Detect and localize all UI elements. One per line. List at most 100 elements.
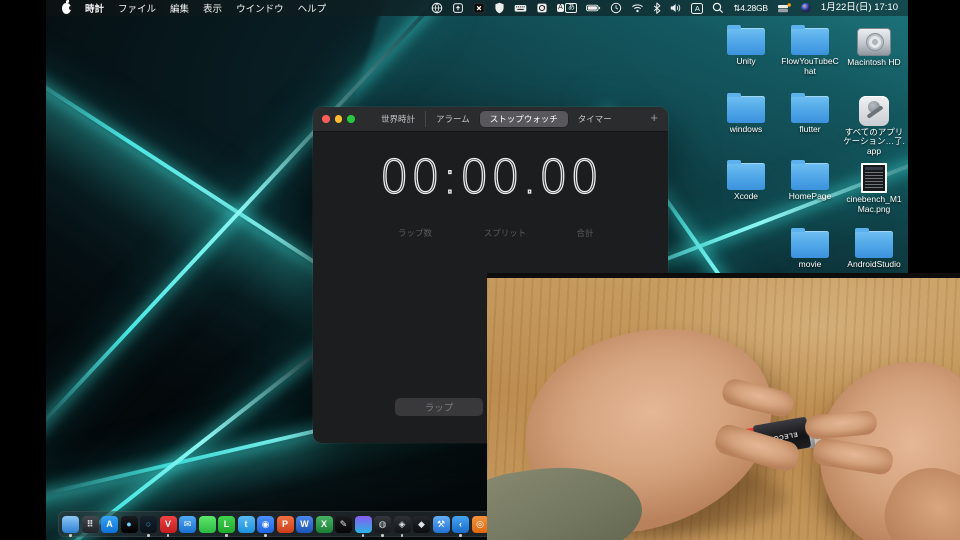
dock-mail[interactable]: ✉: [179, 515, 196, 533]
upload-square-icon[interactable]: [452, 2, 464, 14]
desktop-icon-cinebench-m1mac-png[interactable]: cinebench_M1Mac.png: [842, 159, 906, 227]
translate-icon[interactable]: Aあ: [556, 3, 578, 13]
icon-label: すべてのアプリケーション…了.app: [843, 126, 905, 156]
tab-タイマー[interactable]: タイマー: [568, 111, 622, 127]
dock-zoom[interactable]: ◉: [257, 515, 274, 537]
volume-icon[interactable]: [670, 3, 682, 13]
icon-label: movie: [798, 258, 822, 269]
dock-firefox-browser[interactable]: ○: [140, 515, 157, 537]
column-header-1: ラップ数: [397, 228, 433, 238]
dock-unity-hub[interactable]: ◈: [393, 515, 411, 537]
icon-label: cinebench_M1Mac.png: [846, 194, 902, 214]
menu-bar: 時計 ファイル 編集 表示 ウインドウ ヘルプ A あ A ⇅4.28GB 1月22日(日) 17…: [46, 0, 908, 16]
menu-6[interactable]: ヘルプ: [298, 1, 327, 15]
globe-icon[interactable]: [431, 2, 443, 14]
minimize-button[interactable]: [334, 115, 342, 123]
icon-label: flutter: [799, 123, 821, 134]
menu-bar-status-tray: A あ A ⇅4.28GB 1月22日(日) 17:10: [431, 2, 908, 14]
video-top-border: [487, 273, 960, 278]
dock-finder[interactable]: [62, 515, 79, 537]
desktop-icon-unity[interactable]: Unity: [714, 24, 778, 92]
icon-label: FlowYouTubeChat: [781, 56, 839, 76]
folder-icon: [791, 227, 829, 258]
menu-5[interactable]: ウインドウ: [236, 1, 284, 15]
column-header-3: 合計: [576, 228, 594, 238]
x-app-icon[interactable]: [473, 2, 485, 14]
dock-launchpad[interactable]: ⠿: [81, 515, 99, 533]
network-throughput[interactable]: ⇅4.28GB: [733, 2, 768, 14]
dock-app-store[interactable]: A: [101, 515, 118, 533]
tab-ストップウォッチ[interactable]: ストップウォッチ: [479, 111, 568, 127]
lap-button[interactable]: ラップ: [395, 398, 483, 416]
icon-label: Xcode: [733, 191, 759, 201]
dock-messages[interactable]: [198, 515, 216, 533]
folder-icon: [727, 160, 765, 190]
stopwatch-time: 00:00.00: [379, 149, 602, 204]
tab-世界時計[interactable]: 世界時計: [371, 111, 425, 127]
dock-vscode[interactable]: ‹: [452, 515, 469, 537]
menu-bar-clock[interactable]: 1月22日(日) 17:10: [821, 2, 898, 14]
dock-twitter[interactable]: t: [237, 515, 255, 533]
tab-アラーム[interactable]: アラーム: [425, 111, 480, 127]
layers-notification-icon[interactable]: [777, 2, 791, 14]
desktop-icon-flutter[interactable]: flutter: [778, 92, 842, 160]
bluetooth-icon[interactable]: [653, 2, 661, 14]
folder-icon: [791, 92, 829, 123]
desktop-icon--app[interactable]: すべてのアプリケーション…了.app: [842, 92, 906, 160]
icon-label: HomePage: [788, 191, 832, 201]
column-header-2: スプリット: [483, 228, 527, 238]
icon-label: Unity: [736, 56, 756, 66]
menu-bar-left: 時計 ファイル 編集 表示 ウインドウ ヘルプ: [46, 0, 327, 15]
desktop-icon-homepage[interactable]: HomePage: [778, 159, 842, 227]
lap-column-headers: ラップ数 スプリット 合計: [313, 227, 668, 239]
drive-icon: [857, 28, 891, 56]
dock-word[interactable]: W: [296, 515, 313, 533]
dock-xcode[interactable]: ⚒: [432, 515, 450, 533]
folder-icon: [727, 25, 765, 55]
desktop-icon-macintosh-hd[interactable]: Macintosh HD: [842, 24, 906, 92]
icon-label: Macintosh HD: [847, 57, 901, 67]
icon-label: AndroidStudio: [847, 258, 901, 269]
dock-powerpoint[interactable]: P: [276, 515, 294, 533]
apple-menu-icon[interactable]: [62, 0, 73, 14]
add-tab-button[interactable]: +: [650, 111, 658, 125]
dock-line[interactable]: L: [218, 515, 235, 537]
dock: ⠿ A ● ○ V ✉ Lt ◉ P W X ✎ ◍ ◈ ◆ ⚒ ‹ ◎: [58, 511, 536, 537]
desktop-icon-xcode[interactable]: Xcode: [714, 159, 778, 227]
dock-stylus-app[interactable]: ✎: [335, 515, 352, 533]
menu-4[interactable]: 表示: [203, 1, 222, 15]
traffic-lights: [313, 115, 355, 123]
browser-orb-icon[interactable]: [800, 2, 812, 14]
menu-2[interactable]: ファイル: [118, 1, 156, 15]
clock-menu-icon[interactable]: [610, 2, 622, 14]
menu-1[interactable]: 時計: [85, 1, 104, 15]
close-button[interactable]: [322, 115, 330, 123]
screen-loop-icon[interactable]: [536, 2, 548, 14]
dock-canva[interactable]: [354, 515, 372, 537]
keyboard-icon[interactable]: [514, 2, 527, 14]
image-icon: [861, 163, 887, 193]
dock-excel[interactable]: X: [315, 515, 333, 533]
dock-blender[interactable]: ◎: [471, 515, 489, 533]
zoom-button[interactable]: [347, 115, 355, 123]
dock-vivaldi-browser[interactable]: V: [159, 515, 177, 537]
dock-unity[interactable]: ◆: [413, 515, 430, 533]
dock-siri[interactable]: ●: [120, 515, 138, 533]
folder-icon: [791, 25, 829, 55]
clock-tab-bar: 世界時計 アラーム ストップウォッチ タイマー: [371, 110, 622, 128]
wifi-icon[interactable]: [631, 3, 644, 13]
menu-3[interactable]: 編集: [170, 1, 189, 15]
dock-sphere-3d-app[interactable]: ◍: [374, 515, 391, 537]
shield-icon[interactable]: [494, 2, 505, 14]
desktop-icon-grid: Unity FlowYouTubeChat Macintosh HD windows f…: [714, 24, 908, 294]
folder-icon: [791, 160, 829, 190]
input-source-indicator[interactable]: A: [691, 2, 704, 14]
desktop-icon-windows[interactable]: windows: [714, 92, 778, 160]
video-overlay: ELECOM: [487, 273, 960, 540]
search-icon[interactable]: [712, 2, 724, 14]
icon-label: windows: [729, 123, 763, 134]
desktop-icon-flowyoutubechat[interactable]: FlowYouTubeChat: [778, 24, 842, 92]
folder-icon: [727, 92, 765, 123]
battery-icon[interactable]: [586, 2, 601, 14]
window-titlebar: 世界時計 アラーム ストップウォッチ タイマー +: [313, 107, 668, 132]
